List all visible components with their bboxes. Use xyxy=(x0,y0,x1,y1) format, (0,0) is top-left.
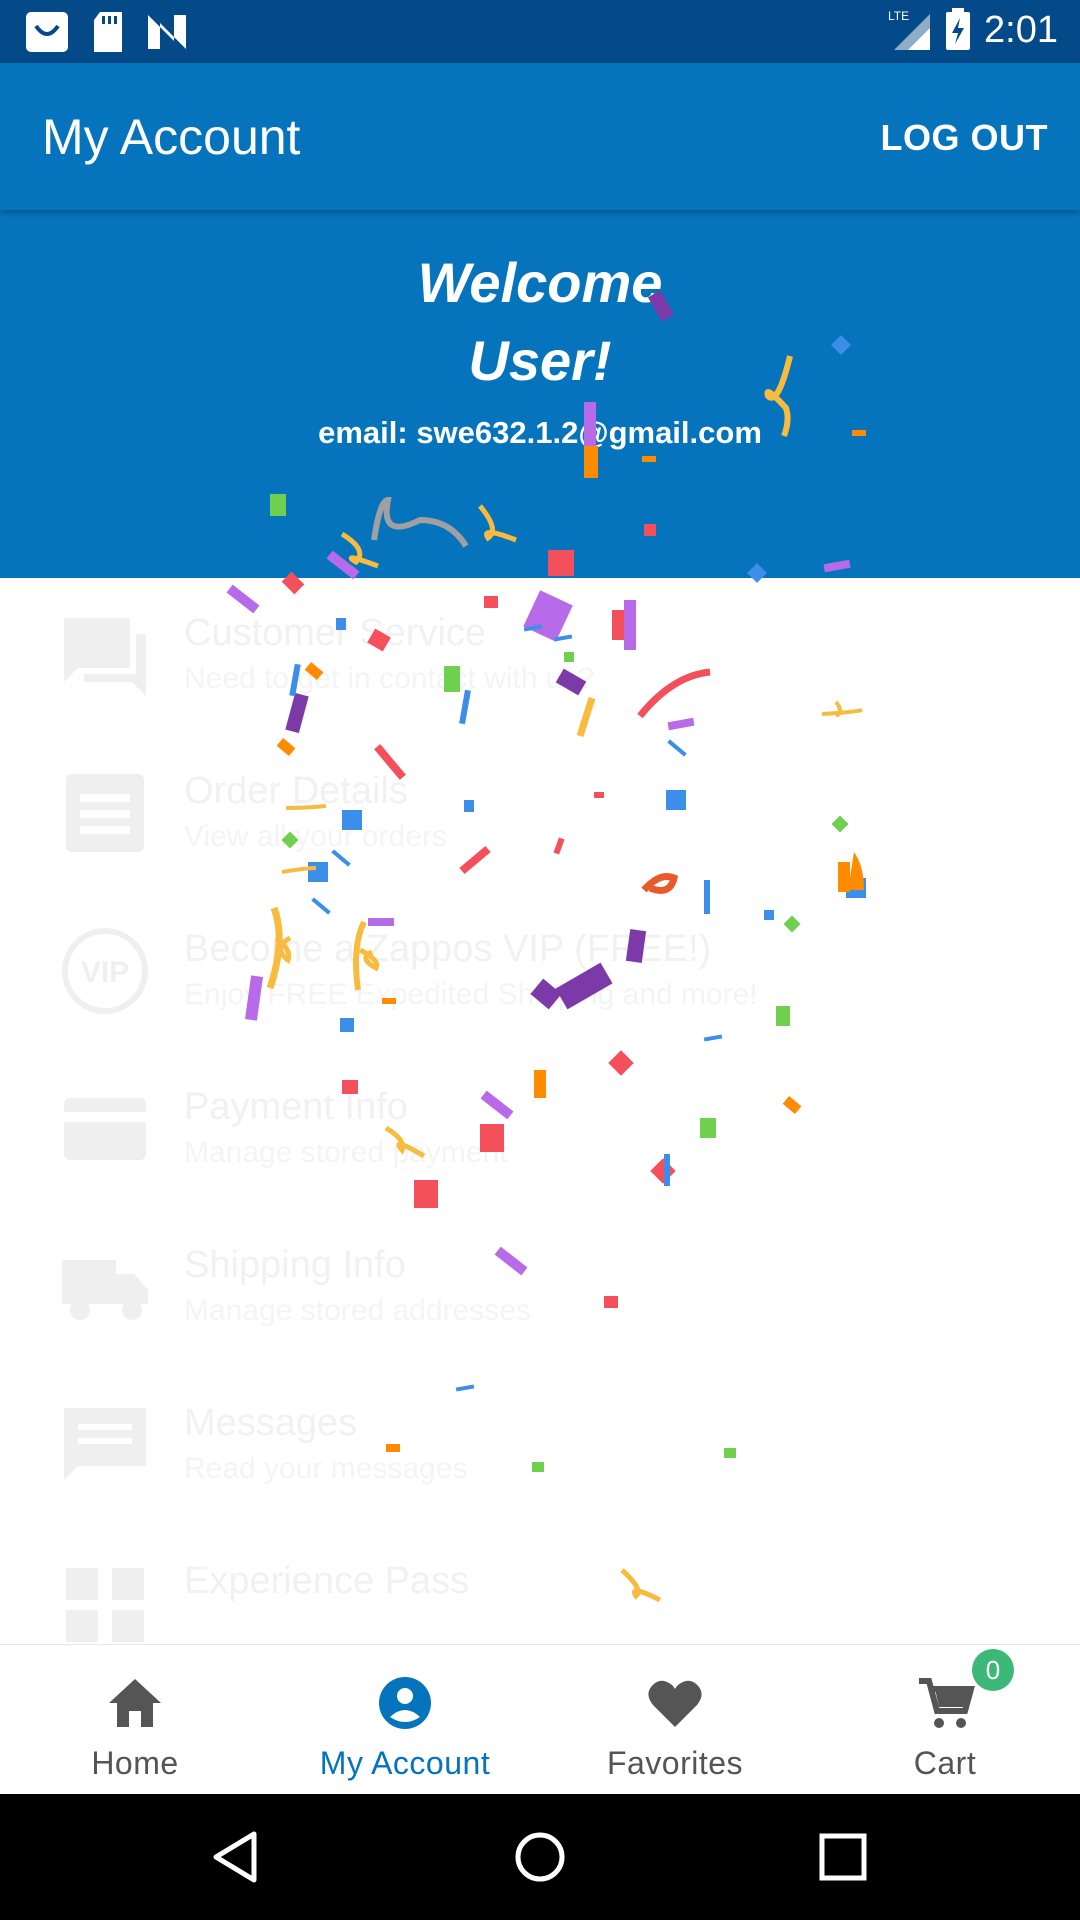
menu-item-title: Experience Pass xyxy=(184,1560,470,1602)
menu-item-title: Order Details xyxy=(184,770,408,812)
nav-my-account[interactable]: My Account xyxy=(270,1645,540,1795)
cart-count-badge: 0 xyxy=(972,1649,1014,1691)
svg-text:LTE: LTE xyxy=(888,9,909,23)
sd-card-icon xyxy=(94,12,122,52)
menu-item-subtitle: Need to get in contact with us? xyxy=(184,662,595,695)
menu-item-subtitle: Manage stored addresses xyxy=(184,1294,531,1327)
menu-item-subtitle: Read your messages xyxy=(184,1452,468,1485)
menu-item-subtitle: View all your orders xyxy=(184,820,447,853)
menu-item-order-details[interactable]: Order Details View all your orders xyxy=(0,736,1080,894)
signal-icon: LTE xyxy=(888,9,931,50)
truck-icon xyxy=(62,1260,148,1320)
menu-item-title: Customer Service xyxy=(184,612,486,654)
nav-favorites[interactable]: Favorites xyxy=(540,1645,810,1795)
status-left-icons xyxy=(24,10,188,54)
menu-item-messages[interactable]: Messages Read your messages xyxy=(0,1368,1080,1526)
vip-icon: VIP xyxy=(62,928,148,1014)
home-icon xyxy=(109,1679,161,1727)
pass-icon xyxy=(66,1568,144,1642)
nav-my-account-label: My Account xyxy=(319,1745,491,1781)
recents-icon[interactable] xyxy=(808,1822,878,1892)
app-bar: My Account LOG OUT xyxy=(0,63,1080,210)
home-circle-icon[interactable] xyxy=(505,1822,575,1892)
back-icon[interactable] xyxy=(202,1822,272,1892)
account-icon xyxy=(379,1677,431,1729)
page-title: My Account xyxy=(42,109,301,165)
menu-item-title: Shipping Info xyxy=(184,1244,406,1286)
menu-item-vip[interactable]: VIP Become a Zappos VIP (FREE!) Enjoy FR… xyxy=(0,894,1080,1052)
chat-icon xyxy=(64,618,146,696)
welcome-heading: Welcome xyxy=(417,251,663,314)
status-right: LTE 2:01 xyxy=(888,8,1058,52)
shopping-bag-icon xyxy=(26,12,68,52)
menu-item-shipping-info[interactable]: Shipping Info Manage stored addresses xyxy=(0,1210,1080,1368)
status-bar: LTE 2:01 xyxy=(0,0,1080,63)
menu-item-subtitle: Manage stored payment xyxy=(184,1136,508,1169)
account-menu-list: Customer Service Need to get in contact … xyxy=(0,578,1080,1644)
credit-card-icon xyxy=(64,1098,146,1160)
menu-item-payment-info[interactable]: Payment Info Manage stored payment xyxy=(0,1052,1080,1210)
menu-item-title: Messages xyxy=(184,1402,358,1444)
nav-favorites-label: Favorites xyxy=(606,1745,744,1781)
cart-icon xyxy=(919,1678,975,1728)
menu-item-customer-service[interactable]: Customer Service Need to get in contact … xyxy=(0,578,1080,736)
menu-item-subtitle: Enjoy FREE Expedited Shipping and more! xyxy=(184,978,758,1011)
welcome-username: User! xyxy=(468,329,612,392)
menu-item-title: Become a Zappos VIP (FREE!) xyxy=(184,928,712,970)
battery-charging-icon xyxy=(946,8,971,50)
svg-text:VIP: VIP xyxy=(81,956,129,989)
system-nav-bar xyxy=(0,1794,1080,1920)
menu-item-title: Payment Info xyxy=(184,1086,408,1128)
nav-home-label: Home xyxy=(91,1745,179,1781)
welcome-panel: Welcome User! email: swe632.1.2@gmail.co… xyxy=(0,210,1080,578)
nav-cart[interactable]: 0 Cart xyxy=(810,1645,1080,1795)
n-logo-icon xyxy=(148,15,186,49)
nav-cart-label: Cart xyxy=(913,1745,977,1781)
orders-icon xyxy=(66,774,144,852)
status-time: 2:01 xyxy=(984,8,1058,51)
menu-item-experience-pass[interactable]: Experience Pass xyxy=(0,1526,1080,1644)
logout-button[interactable]: LOG OUT xyxy=(881,117,1049,159)
heart-icon xyxy=(648,1680,702,1727)
nav-home[interactable]: Home xyxy=(0,1645,270,1795)
message-icon xyxy=(64,1408,146,1480)
bottom-nav: Home My Account Favorites 0 Cart xyxy=(0,1644,1080,1794)
user-email: email: swe632.1.2@gmail.com xyxy=(318,415,762,450)
